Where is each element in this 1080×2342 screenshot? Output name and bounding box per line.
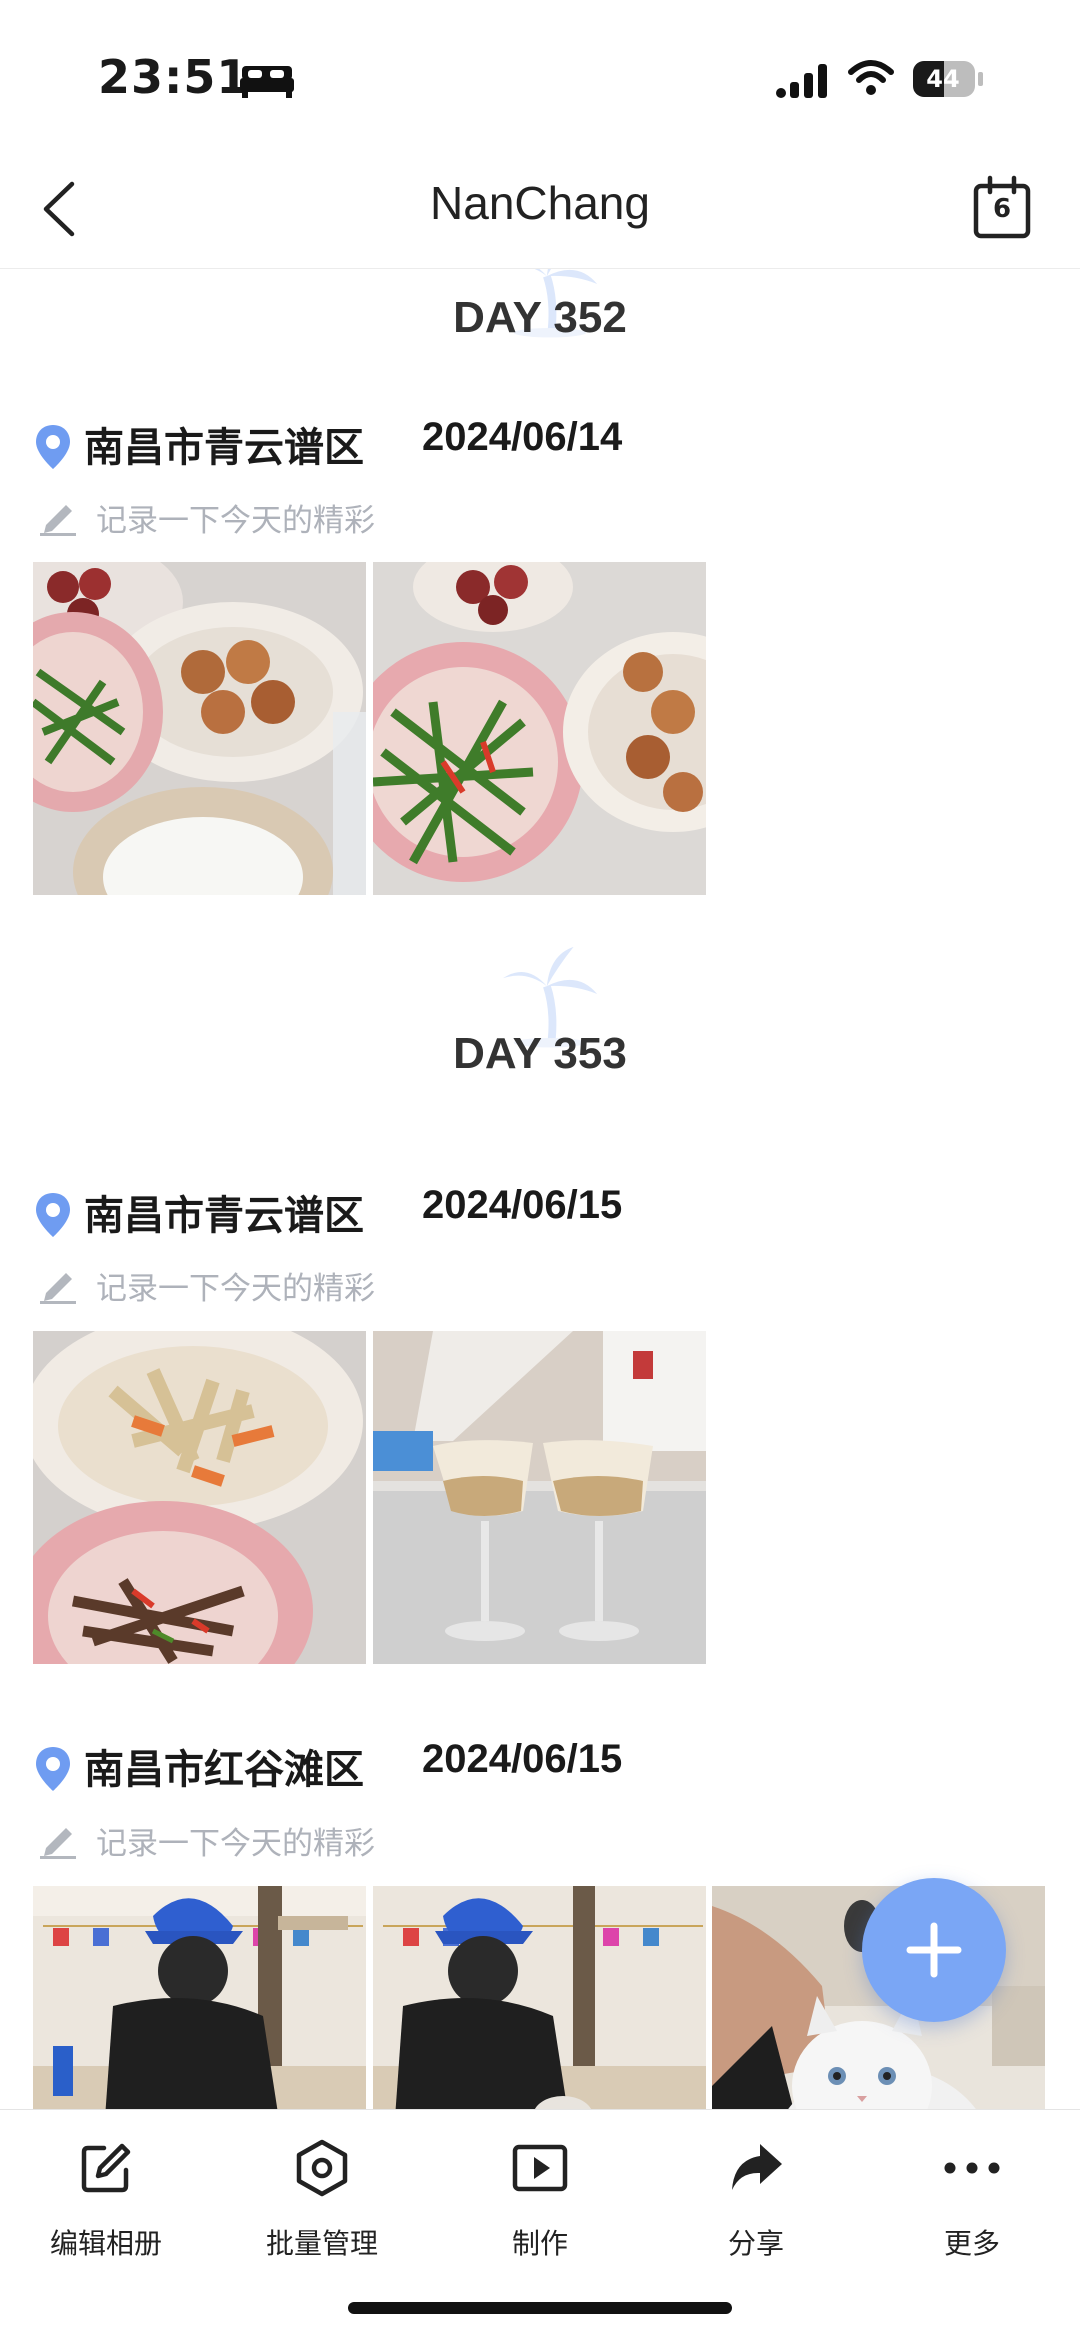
more-label: 更多 <box>943 2227 1000 2260</box>
entry-date: 2024/06/14 <box>422 415 623 459</box>
pencil-icon <box>40 1828 76 1859</box>
more-button[interactable]: 更多 <box>882 2132 1062 2262</box>
photo-thumbnail[interactable] <box>33 562 366 895</box>
photo-thumbnail[interactable] <box>373 1886 706 2109</box>
edit-album-button[interactable]: 编辑相册 <box>16 2132 196 2262</box>
share-button[interactable]: 分享 <box>666 2132 846 2262</box>
timeline[interactable]: DAY 352 南昌市青云谱区 2024/06/14 记录一下今天的精彩 DAY… <box>0 269 1080 2109</box>
entry-date: 2024/06/15 <box>422 1737 623 1781</box>
page-title: NanChang <box>430 177 650 229</box>
note-placeholder: 记录一下今天的精彩 <box>96 1826 375 1862</box>
day-label: DAY 353 <box>453 1029 627 1078</box>
create-label: 制作 <box>511 2227 568 2260</box>
battery-indicator: 44 <box>912 60 988 98</box>
location-pin-icon <box>36 1193 70 1237</box>
nav-bar: NanChang 6 <box>0 150 1080 269</box>
batch-manage-button[interactable]: 批量管理 <box>232 2132 412 2262</box>
location-pin-icon <box>36 425 70 469</box>
entry-date: 2024/06/15 <box>422 1183 623 1227</box>
location-pin-icon <box>36 1747 70 1791</box>
location-name: 南昌市红谷滩区 <box>84 1747 364 1793</box>
photo-thumbnail[interactable] <box>373 562 706 895</box>
create-button[interactable]: 制作 <box>450 2132 630 2262</box>
add-button[interactable] <box>862 1878 1006 2022</box>
batch-manage-label: 批量管理 <box>265 2227 378 2260</box>
location-name: 南昌市青云谱区 <box>84 425 364 471</box>
battery-level: 44 <box>926 65 960 93</box>
more-icon <box>944 2162 1000 2174</box>
photo-thumbnail[interactable] <box>373 1331 706 1664</box>
share-icon <box>732 2144 782 2190</box>
plus-icon <box>906 1922 962 1978</box>
day-label: DAY 352 <box>453 293 627 342</box>
sleep-focus-icon <box>240 66 294 98</box>
pencil-icon <box>40 505 76 536</box>
share-label: 分享 <box>727 2227 784 2260</box>
edit-album-label: 编辑相册 <box>49 2227 162 2260</box>
calendar-button[interactable]: 6 <box>966 172 1038 244</box>
cellular-signal-icon <box>776 64 827 98</box>
note-placeholder: 记录一下今天的精彩 <box>96 1271 375 1307</box>
location-name: 南昌市青云谱区 <box>84 1193 364 1239</box>
photo-thumbnail[interactable] <box>33 1886 366 2109</box>
home-indicator[interactable] <box>348 2302 732 2314</box>
edit-icon <box>81 2143 131 2193</box>
wifi-icon <box>848 60 894 95</box>
hexagon-icon <box>296 2139 348 2197</box>
play-icon <box>512 2144 568 2192</box>
day-header: DAY 353 <box>0 946 1080 1079</box>
day-header: DAY 352 <box>0 269 1080 379</box>
pencil-icon <box>40 1273 76 1304</box>
photo-thumbnail[interactable] <box>33 1331 366 1664</box>
status-bar: 23:51 44 <box>0 0 1080 150</box>
note-placeholder: 记录一下今天的精彩 <box>96 503 375 539</box>
calendar-day-number: 6 <box>992 194 1012 224</box>
status-time: 23:51 <box>98 50 250 104</box>
